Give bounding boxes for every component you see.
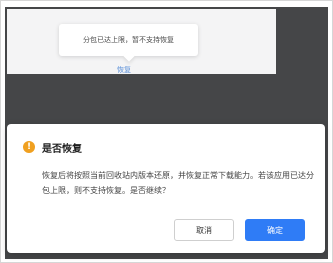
modal-overlay: 分包已达上限，暂不支持恢复 恢复 ! 是否恢复 恢复后将按照当前回收站内版本还原… bbox=[5, 7, 328, 259]
warning-icon: ! bbox=[23, 141, 35, 153]
restore-link[interactable]: 恢复 bbox=[117, 65, 131, 75]
confirm-dialog: ! 是否恢复 恢复后将按照当前回收站内版本还原，并恢复正常下载能力。若该应用已达… bbox=[7, 124, 325, 253]
confirm-button[interactable]: 确定 bbox=[245, 219, 305, 241]
dialog-title: 是否恢复 bbox=[42, 143, 82, 155]
tooltip-text: 分包已达上限，暂不支持恢复 bbox=[83, 36, 174, 44]
tooltip: 分包已达上限，暂不支持恢复 bbox=[59, 24, 198, 62]
screenshot-frame: 分包已达上限，暂不支持恢复 恢复 ! 是否恢复 恢复后将按照当前回收站内版本还原… bbox=[0, 0, 333, 263]
dialog-message: 恢复后将按照当前回收站内版本还原，并恢复正常下载能力。若该应用已达分包上限，则不… bbox=[42, 171, 314, 195]
background-panel: 分包已达上限，暂不支持恢复 恢复 bbox=[7, 9, 276, 74]
cancel-button[interactable]: 取消 bbox=[174, 219, 234, 241]
dialog-header: ! 是否恢复 bbox=[23, 138, 82, 156]
tooltip-arrow bbox=[123, 50, 135, 62]
